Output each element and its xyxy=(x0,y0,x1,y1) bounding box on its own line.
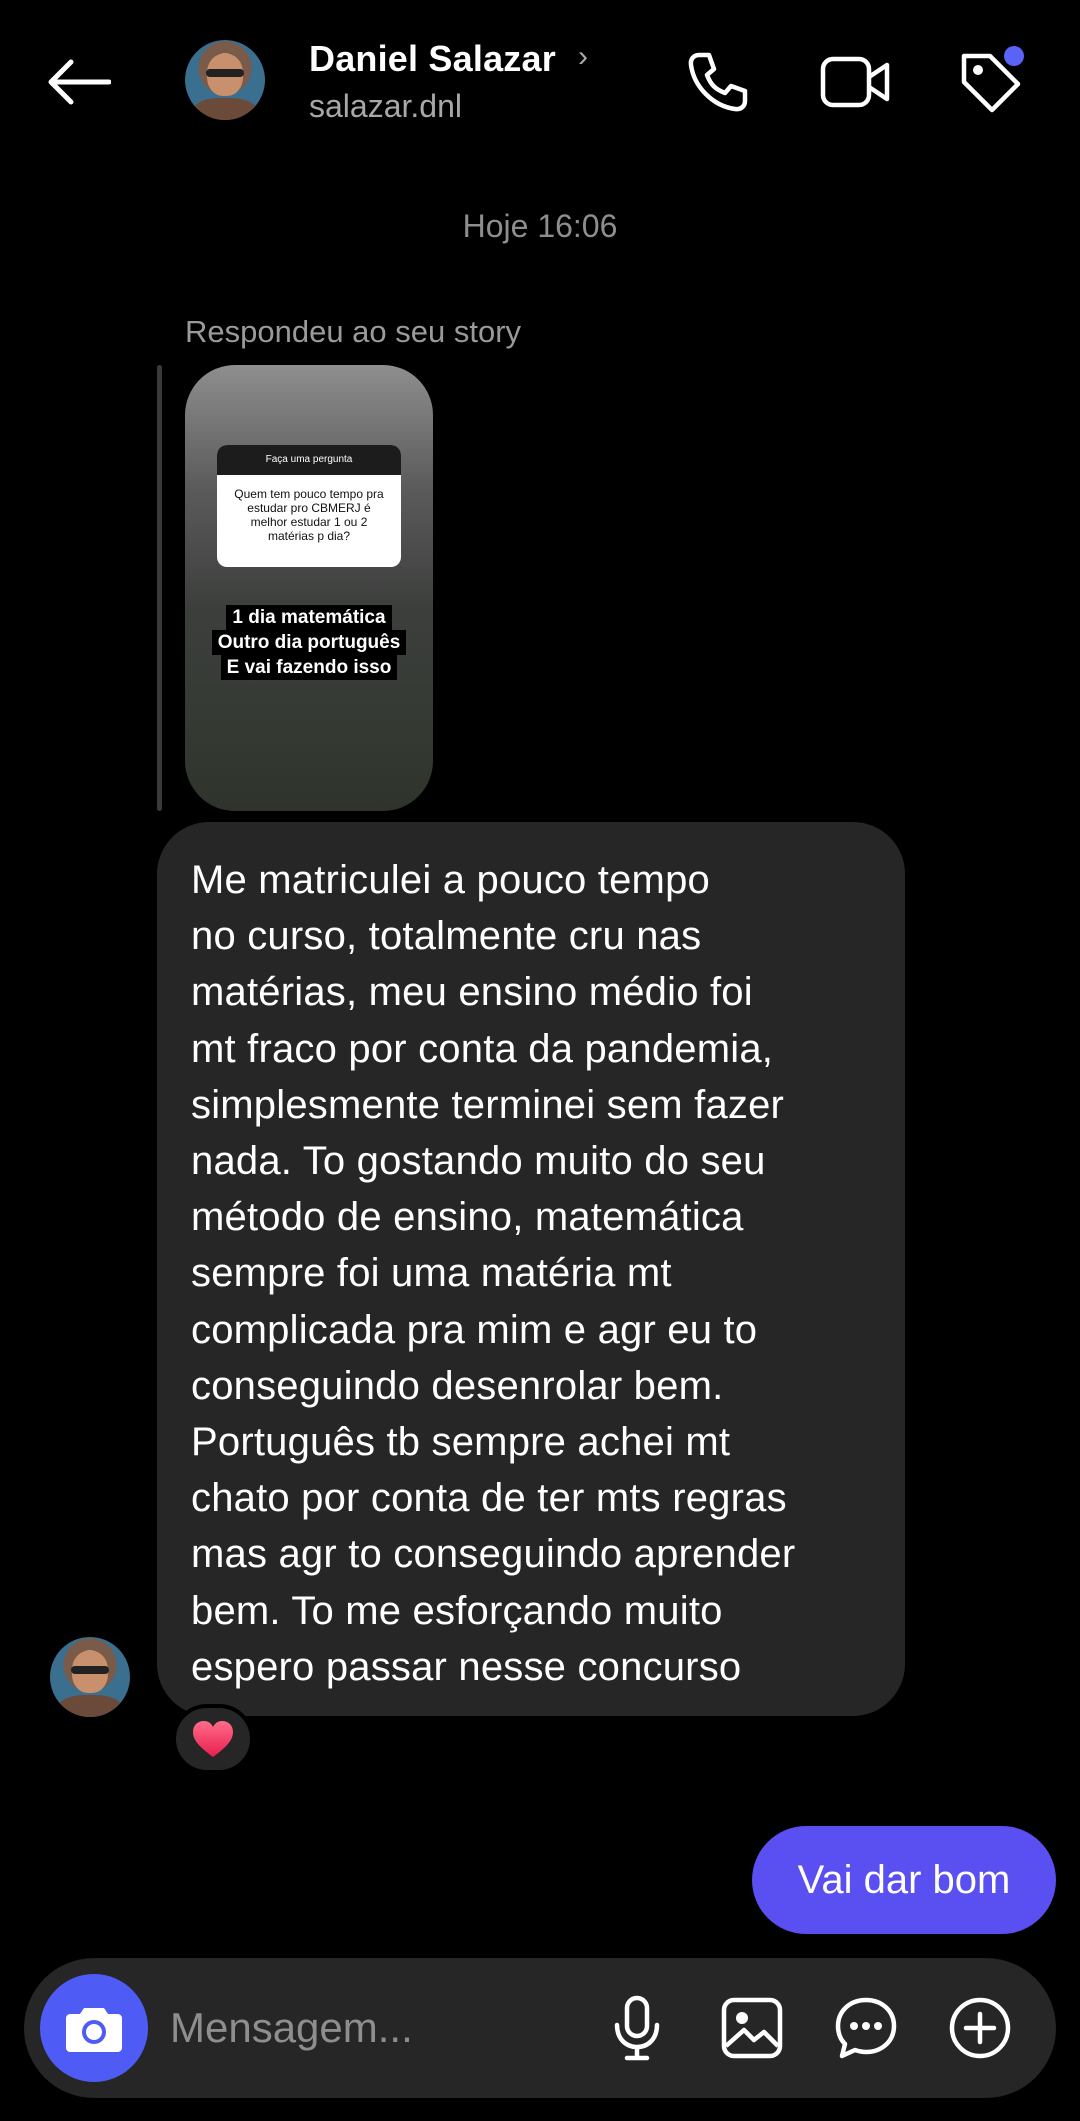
contact-name[interactable]: Daniel Salazar xyxy=(309,38,556,80)
notification-dot xyxy=(1004,46,1024,66)
plus-icon xyxy=(949,1997,1011,2059)
incoming-message-text: Me matriculei a pouco tempo no curso, to… xyxy=(191,858,796,1689)
sender-avatar[interactable] xyxy=(50,1637,130,1717)
video-camera-icon xyxy=(820,56,890,108)
outgoing-message-text: Vai dar bom xyxy=(797,1857,1011,1902)
camera-button[interactable] xyxy=(40,1974,148,2082)
tag-button[interactable] xyxy=(952,44,1028,120)
incoming-message-bubble[interactable]: Me matriculei a pouco tempo no curso, to… xyxy=(157,822,905,1716)
camera-icon xyxy=(66,2008,122,2052)
story-answer-line: E vai fazendo isso xyxy=(220,655,398,680)
heart-icon xyxy=(193,1721,233,1757)
back-arrow-icon xyxy=(48,59,111,105)
voice-message-button[interactable] xyxy=(599,1990,675,2066)
question-sticker-title: Faça uma pergunta xyxy=(217,445,401,475)
chevron-right-icon[interactable]: › xyxy=(578,40,588,74)
microphone-icon xyxy=(614,1995,660,2061)
contact-username[interactable]: salazar.dnl xyxy=(309,88,462,125)
question-sticker: Faça uma pergunta Quem tem pouco tempo p… xyxy=(217,445,401,567)
reply-indicator-bar xyxy=(157,365,162,811)
audio-call-button[interactable] xyxy=(680,44,756,120)
question-sticker-text: Quem tem pouco tempo pra estudar pro CBM… xyxy=(234,487,384,543)
story-reply-label: Respondeu ao seu story xyxy=(185,314,522,349)
contact-avatar[interactable] xyxy=(185,40,265,120)
sticker-button[interactable] xyxy=(828,1990,904,2066)
outgoing-message-bubble[interactable]: Vai dar bom xyxy=(752,1826,1056,1934)
phone-icon xyxy=(688,52,748,112)
story-answer-line: Outro dia português xyxy=(211,630,407,655)
back-button[interactable] xyxy=(40,44,116,120)
video-call-button[interactable] xyxy=(817,44,893,120)
story-answer-text: 1 dia matemática Outro dia português E v… xyxy=(185,605,433,680)
message-timestamp: Hoje 16:06 xyxy=(462,208,618,244)
message-input[interactable] xyxy=(170,1996,590,2060)
gallery-button[interactable] xyxy=(714,1990,790,2066)
sticker-icon xyxy=(835,1997,897,2059)
more-options-button[interactable] xyxy=(942,1990,1018,2066)
chat-header: Daniel Salazar › salazar.dnl xyxy=(0,0,1080,160)
story-preview[interactable]: Faça uma pergunta Quem tem pouco tempo p… xyxy=(185,365,433,811)
message-composer xyxy=(24,1958,1056,2098)
story-answer-line: 1 dia matemática xyxy=(226,605,392,630)
message-reaction[interactable] xyxy=(172,1704,254,1774)
gallery-icon xyxy=(721,1997,783,2059)
